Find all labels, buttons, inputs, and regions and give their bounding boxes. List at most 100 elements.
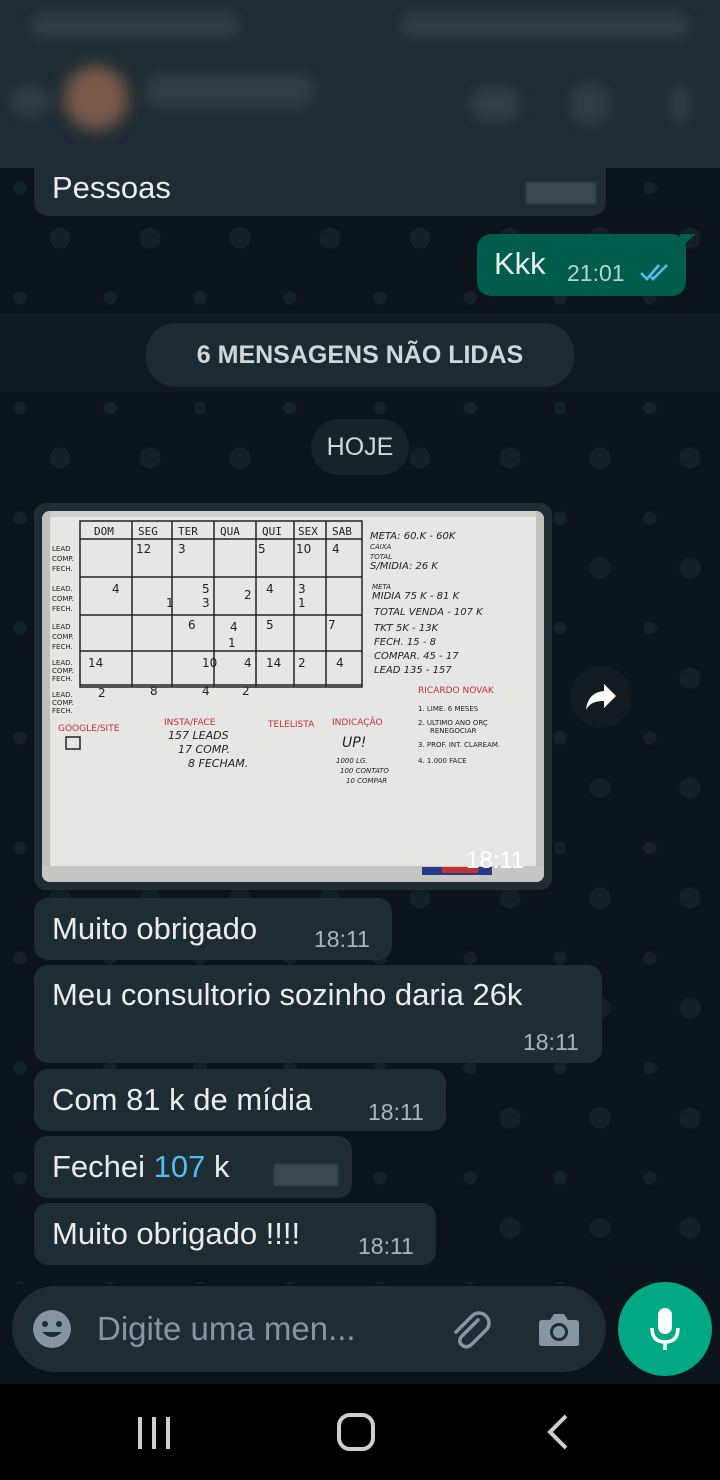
home-icon[interactable]	[336, 1412, 376, 1452]
message-time: 18:11	[358, 1233, 414, 1259]
message-bubble[interactable]: Muito obrigado !!!! 18:11	[34, 1203, 436, 1265]
redacted-time	[526, 182, 596, 204]
chat-area[interactable]: Pessoas Kkk 21:01 6 MENSAGENS NÃO LIDAS …	[0, 168, 720, 1284]
image-time: 18:11	[466, 847, 525, 874]
date-pill: HOJE	[311, 419, 409, 475]
whiteboard-drawing: DOM SEG TER QUA QUI SEX SAB LEADCOMP.FEC…	[42, 511, 544, 882]
svg-text:LEAD 135 - 157: LEAD 135 - 157	[374, 665, 452, 676]
svg-text:2: 2	[298, 656, 306, 670]
message-bubble[interactable]: Meu consultorio sozinho daria 26k 18:11	[34, 965, 602, 1063]
svg-text:META: META	[372, 583, 391, 591]
svg-text:2: 2	[98, 686, 106, 700]
message-bubble[interactable]: Muito obrigado 18:11	[34, 898, 392, 960]
svg-text:INSTA/FACE: INSTA/FACE	[164, 718, 216, 728]
message-input-bar[interactable]: Digite uma men...	[12, 1286, 606, 1372]
redacted-time	[274, 1164, 338, 1186]
video-call-icon[interactable]	[470, 86, 520, 122]
svg-text:1. LIME. 6 MESES: 1. LIME. 6 MESES	[418, 705, 479, 713]
back-arrow-icon[interactable]	[10, 86, 50, 116]
svg-text:3: 3	[178, 542, 186, 556]
outgoing-message-bubble[interactable]: Kkk 21:01	[477, 234, 686, 296]
contact-name-blur[interactable]	[145, 74, 315, 108]
svg-text:4: 4	[244, 656, 252, 670]
unread-messages-pill: 6 MENSAGENS NÃO LIDAS	[146, 323, 574, 387]
svg-text:12: 12	[136, 542, 151, 556]
emoji-icon[interactable]	[32, 1309, 72, 1349]
back-icon[interactable]	[544, 1414, 572, 1450]
svg-text:14: 14	[88, 656, 103, 670]
voice-record-button[interactable]	[618, 1282, 712, 1376]
wb-day-ter: TER	[178, 525, 198, 538]
svg-text:14: 14	[266, 656, 281, 670]
svg-text:4: 4	[332, 542, 340, 556]
svg-text:1: 1	[298, 596, 306, 610]
svg-text:5: 5	[258, 542, 266, 556]
status-bar-blur-right	[400, 12, 690, 38]
svg-text:LEAD: LEAD	[52, 623, 71, 631]
phone-icon[interactable]	[570, 84, 610, 124]
svg-text:TOTAL VENDA - 107 K: TOTAL VENDA - 107 K	[374, 607, 484, 618]
svg-text:4: 4	[266, 582, 274, 596]
recent-apps-icon[interactable]	[136, 1416, 172, 1450]
svg-text:1000 LG.: 1000 LG.	[336, 757, 368, 765]
svg-text:10: 10	[202, 656, 217, 670]
wb-day-dom: DOM	[94, 525, 114, 538]
wb-day-qui: QUI	[262, 525, 282, 538]
svg-text:3: 3	[202, 596, 210, 610]
svg-text:4: 4	[336, 656, 344, 670]
number-link[interactable]: 107	[154, 1149, 206, 1184]
svg-text:COMP.: COMP.	[52, 667, 74, 675]
svg-text:8: 8	[150, 684, 158, 698]
svg-text:META: 60.K - 60K: META: 60.K - 60K	[370, 531, 457, 542]
svg-text:4: 4	[202, 684, 210, 698]
message-time: 18:11	[523, 1029, 579, 1055]
message-time: 21:01	[567, 260, 625, 286]
menu-icon[interactable]	[670, 84, 690, 124]
microphone-icon	[650, 1308, 680, 1350]
paperclip-icon[interactable]	[448, 1308, 492, 1352]
svg-text:2: 2	[242, 684, 250, 698]
bubble-tail	[680, 234, 696, 248]
svg-text:10: 10	[296, 542, 311, 556]
message-text: Meu consultorio sozinho daria 26k	[52, 977, 523, 1012]
message-text: Kkk	[494, 246, 546, 281]
svg-text:COMPAR. 45 - 17: COMPAR. 45 - 17	[374, 651, 459, 662]
svg-text:TKT 5K - 13K: TKT 5K - 13K	[374, 623, 440, 634]
svg-text:FECH.: FECH.	[52, 565, 73, 573]
message-text-prefix: Fechei	[52, 1149, 154, 1184]
svg-text:FECH.: FECH.	[52, 643, 73, 651]
message-text: Fechei 107 k	[52, 1149, 230, 1185]
message-bubble[interactable]: Pessoas	[34, 168, 606, 216]
message-text: Com 81 k de mídia	[52, 1082, 313, 1117]
wb-day-qua: QUA	[220, 525, 240, 538]
message-input-placeholder[interactable]: Digite uma men...	[97, 1310, 356, 1348]
svg-text:3: 3	[298, 582, 306, 596]
svg-text:4: 4	[230, 620, 238, 634]
svg-text:LEAD.: LEAD.	[52, 691, 73, 699]
system-navigation-bar	[0, 1384, 720, 1480]
svg-text:8 FECHAM.: 8 FECHAM.	[188, 757, 248, 770]
forward-button[interactable]	[570, 666, 632, 728]
image-message-bubble[interactable]: DOM SEG TER QUA QUI SEX SAB LEAD COMP. FEC…	[34, 503, 552, 890]
forward-icon	[586, 684, 616, 710]
svg-text:INDICAÇÃO: INDICAÇÃO	[332, 717, 383, 728]
svg-text:10 COMPAR: 10 COMPAR	[346, 777, 387, 785]
wb-day-seg: SEG	[138, 525, 158, 538]
svg-text:S/MIDIA: 26 K: S/MIDIA: 26 K	[370, 561, 439, 572]
svg-text:1: 1	[166, 596, 174, 610]
svg-text:7: 7	[328, 618, 336, 632]
avatar[interactable]	[64, 66, 128, 130]
svg-text:RICARDO NOVAK: RICARDO NOVAK	[418, 686, 495, 696]
message-text: Pessoas	[52, 170, 171, 205]
svg-text:GOOGLE/SITE: GOOGLE/SITE	[58, 724, 120, 734]
svg-text:100 CONTATO: 100 CONTATO	[340, 767, 389, 775]
message-bubble[interactable]: Com 81 k de mídia 18:11	[34, 1069, 446, 1131]
svg-text:5: 5	[202, 582, 210, 596]
svg-text:COMP.: COMP.	[52, 555, 74, 563]
whiteboard-photo[interactable]: DOM SEG TER QUA QUI SEX SAB LEAD COMP. FEC…	[42, 511, 544, 882]
svg-text:17 COMP.: 17 COMP.	[178, 743, 230, 756]
message-text: Muito obrigado !!!!	[52, 1216, 301, 1251]
svg-text:MIDIA 75 K - 81 K: MIDIA 75 K - 81 K	[372, 591, 461, 602]
message-bubble[interactable]: Fechei 107 k	[34, 1136, 352, 1198]
camera-icon[interactable]	[538, 1310, 580, 1348]
